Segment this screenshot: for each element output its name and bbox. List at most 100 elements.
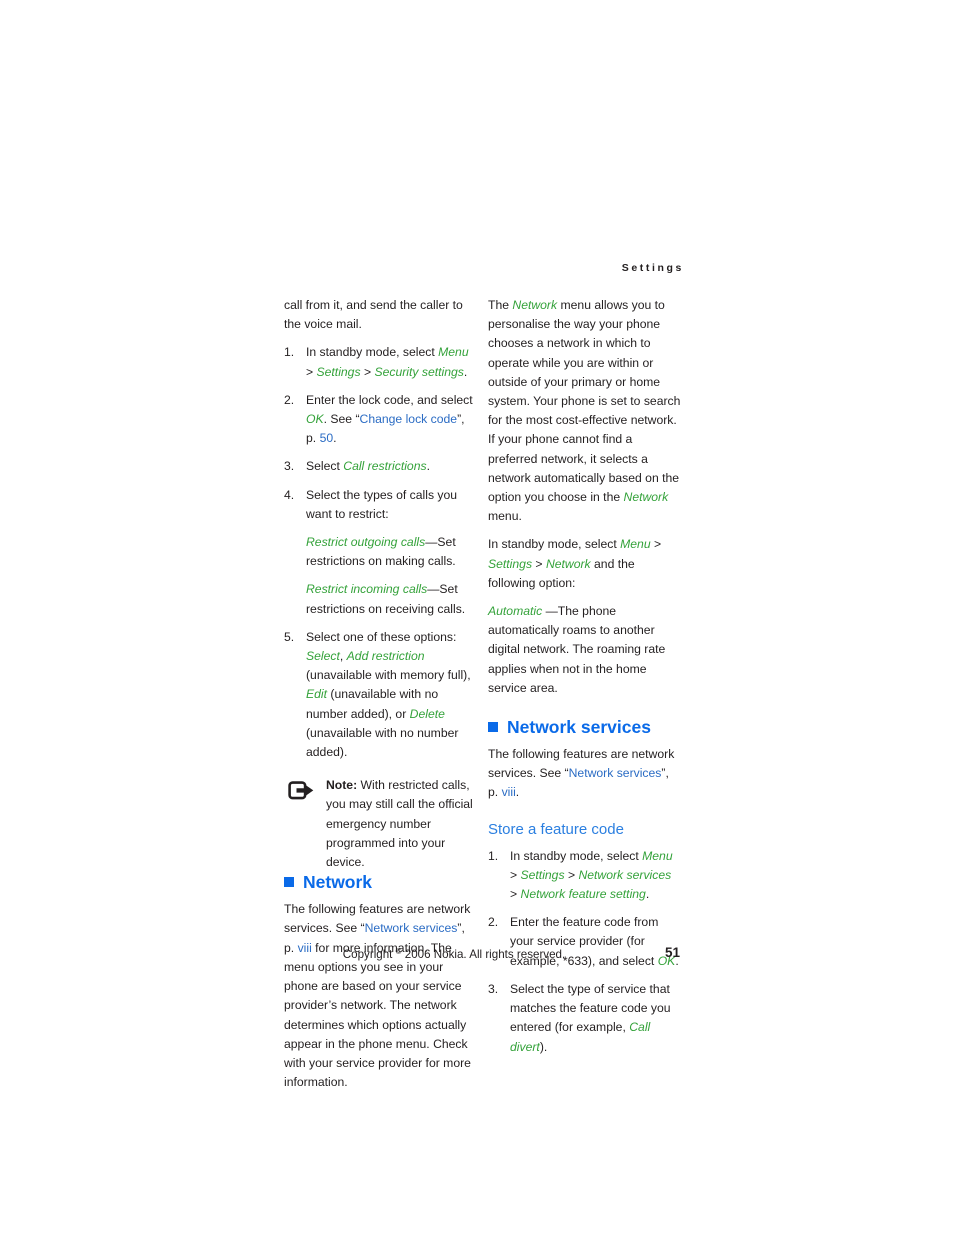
ui-term: Network: [623, 490, 669, 505]
step-text: Enter the lock code, and select OK. See …: [306, 391, 477, 449]
cross-reference-link[interactable]: 50: [320, 431, 334, 445]
ui-term: Network: [512, 298, 558, 312]
ui-term: Settings: [488, 556, 533, 571]
step-text: In standby mode, select Menu > Settings …: [510, 847, 681, 905]
body-text: . See “: [323, 412, 360, 427]
step-number: 3.: [488, 981, 499, 996]
section-heading-network-label: Network: [303, 872, 373, 893]
left-column: call from it, and send the caller to the…: [284, 296, 477, 1101]
step-text: Select one of these options: Select, Add…: [306, 628, 477, 762]
note-arrow-icon: [288, 781, 316, 803]
numbered-step: 2. Enter the lock code, and select OK. Se…: [284, 391, 477, 449]
body-text: menu allows you to personalise the way y…: [488, 298, 681, 505]
ui-term: Call restrictions: [343, 459, 427, 474]
ui-term: Security settings: [374, 364, 464, 379]
step-number: 2.: [284, 392, 295, 407]
body-text: Select one of these options:: [306, 629, 457, 644]
step-number: 4.: [284, 487, 295, 502]
body-text: In standby mode, select: [488, 537, 621, 552]
section-heading-network-services-label: Network services: [507, 717, 651, 738]
copyright-pre: Copyright: [342, 948, 396, 961]
step-sub-paragraph: Restrict outgoing calls—Set restrictions…: [306, 533, 477, 571]
cross-reference-link[interactable]: Network services: [365, 921, 458, 935]
note-block: Note: With restricted calls, you may sti…: [284, 776, 477, 872]
body-text: Select the types of calls you want to re…: [306, 487, 458, 521]
manual-page: Settings call from it, and send the call…: [0, 0, 954, 1235]
cross-reference-link[interactable]: Network services: [569, 766, 662, 780]
body-text: .: [333, 431, 337, 446]
body-text: .: [645, 887, 650, 902]
ui-term: Network feature setting: [520, 887, 646, 902]
ui-term: OK: [306, 412, 324, 427]
ui-term: Edit: [306, 687, 328, 702]
ui-term: Restrict outgoing calls: [306, 535, 426, 550]
step-sub-paragraph: Restrict incoming calls—Set restrictions…: [306, 580, 477, 618]
ui-term: Add restriction: [346, 649, 425, 664]
ui-term: Network: [545, 556, 591, 571]
page-number: 51: [664, 945, 680, 960]
body-text: (unavailable with no number added).: [306, 725, 459, 760]
step-text: Enter the feature code from your service…: [510, 913, 681, 971]
network-section-body: The following features are network servi…: [284, 900, 477, 1092]
ui-term: Menu: [642, 848, 673, 863]
body-text: >: [306, 364, 317, 379]
body-text: >: [650, 537, 662, 552]
body-text: Enter the lock code, and select: [306, 392, 473, 407]
body-text: Select: [306, 459, 344, 474]
body-text: ).: [539, 1039, 548, 1054]
body-text: >: [510, 867, 521, 882]
ui-term: Menu: [620, 537, 651, 552]
cross-reference-link[interactable]: viii: [502, 785, 516, 799]
numbered-step: 3. Select Call restrictions.: [284, 457, 477, 476]
body-text: >: [510, 887, 521, 902]
step-text: Select Call restrictions.: [306, 457, 477, 476]
section-heading-network: Network: [284, 872, 477, 893]
numbered-step: 4. Select the types of calls you want to …: [284, 486, 477, 619]
network-intro-paragraph: The Network menu allows you to personali…: [488, 296, 681, 526]
ui-term: Automatic: [488, 604, 543, 619]
step-number: 5.: [284, 629, 295, 644]
step-text: Select the type of service that matches …: [510, 980, 681, 1057]
body-text: In standby mode, select: [306, 345, 439, 360]
ui-term: Select: [306, 649, 340, 664]
network-standby-paragraph: In standby mode, select Menu > Settings …: [488, 535, 681, 593]
ui-term: Delete: [409, 706, 445, 721]
body-text: (unavailable with memory full),: [306, 668, 471, 683]
body-text: for more information. The menu options y…: [284, 940, 471, 1090]
body-text: >: [564, 867, 579, 882]
note-text: Note: With restricted calls, you may sti…: [326, 776, 477, 872]
body-text: >: [532, 556, 546, 571]
network-automatic-paragraph: Automatic —The phone automatically roams…: [488, 602, 681, 698]
ui-term: Settings: [520, 867, 565, 882]
step-number: 3.: [284, 459, 295, 474]
copyright-post: 2006 Nokia. All rights reserved.: [401, 948, 566, 961]
running-head: Settings: [621, 262, 684, 274]
body-text: menu.: [488, 509, 522, 524]
ui-term: Menu: [438, 345, 469, 360]
numbered-step: 1. In standby mode, select Menu > Setting…: [488, 847, 681, 905]
body-text: ,: [339, 649, 347, 664]
cross-reference-link[interactable]: Change lock code: [360, 412, 458, 426]
section-bullet-square: [284, 877, 294, 888]
body-text: .: [426, 459, 430, 474]
step-text: In standby mode, select Menu > Settings …: [306, 343, 477, 381]
body-text: .: [515, 785, 520, 800]
ui-term: Settings: [316, 364, 361, 379]
numbered-step: 1. In standby mode, select Menu > Setting…: [284, 343, 477, 381]
subheading-store-feature-code: Store a feature code: [488, 820, 624, 838]
section-bullet-square: [488, 722, 498, 733]
ui-term: Restrict incoming calls: [306, 582, 428, 597]
step-number: 1.: [284, 345, 295, 360]
body-text: >: [360, 364, 375, 379]
copyright-line: Copyright © 2006 Nokia. All rights reser…: [284, 947, 624, 961]
body-text: .: [463, 364, 468, 379]
step-text: Select the types of calls you want to re…: [306, 486, 477, 524]
call-restrictions-steps: 1. In standby mode, select Menu > Setting…: [284, 343, 477, 762]
numbered-step: 5. Select one of these options: Select, A…: [284, 628, 477, 762]
ui-term: Network services: [578, 867, 672, 882]
network-services-body: The following features are network servi…: [488, 745, 681, 803]
continued-paragraph: call from it, and send the caller to the…: [284, 298, 463, 332]
step-number: 1.: [488, 848, 499, 863]
numbered-step: 3. Select the type of service that matche…: [488, 980, 681, 1057]
numbered-step: 2. Enter the feature code from your servi…: [488, 913, 681, 971]
